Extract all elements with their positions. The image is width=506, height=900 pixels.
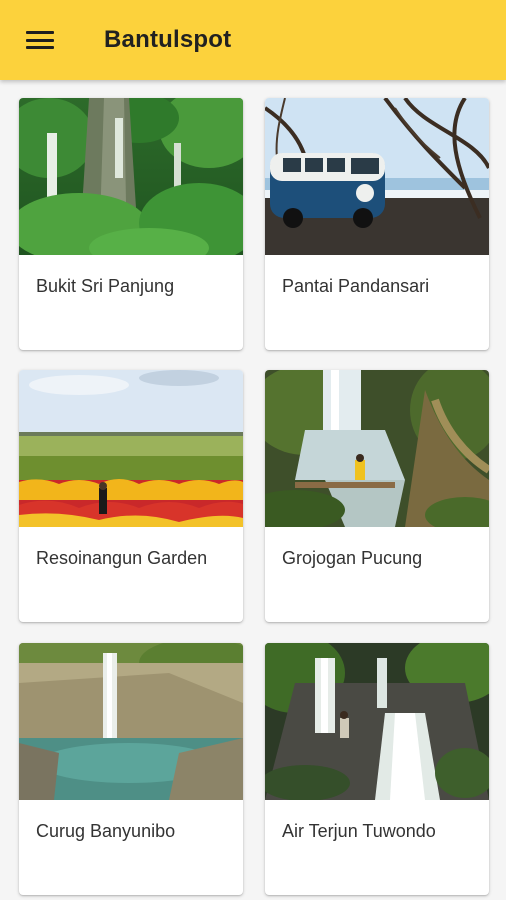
place-image	[19, 643, 243, 800]
place-image	[265, 370, 489, 527]
app-bar: Bantulspot	[0, 0, 506, 80]
place-name: Resoinangun Garden	[36, 548, 208, 568]
place-card-resoinangun-garden[interactable]: Resoinangun Garden	[19, 370, 243, 622]
place-image	[19, 370, 243, 527]
place-name: Bukit Sri Panjung	[36, 276, 175, 296]
app-title: Bantulspot	[104, 26, 232, 53]
place-card-pantai-pandansari[interactable]: Pantai Pandansari	[265, 98, 489, 350]
menu-line	[26, 31, 54, 34]
place-card-grojogan-pucung[interactable]: Grojogan Pucung	[265, 370, 489, 622]
place-image	[19, 98, 243, 255]
hamburger-menu-icon[interactable]	[26, 30, 54, 50]
menu-line	[26, 38, 54, 42]
places-grid: Bukit Sri Panjung Pantai Pandansari Reso…	[0, 80, 506, 900]
place-card-curug-banyunibo[interactable]: Curug Banyunibo	[19, 643, 243, 895]
place-card-air-terjun-tuwondo[interactable]: Air Terjun Tuwondo	[265, 643, 489, 895]
menu-line	[26, 46, 54, 49]
place-image	[265, 643, 489, 800]
place-name: Grojogan Pucung	[282, 548, 423, 568]
place-name: Pantai Pandansari	[282, 276, 430, 296]
place-image	[265, 98, 489, 255]
place-name: Curug Banyunibo	[36, 821, 176, 841]
place-card-bukit-sri-panjung[interactable]: Bukit Sri Panjung	[19, 98, 243, 350]
place-name: Air Terjun Tuwondo	[282, 821, 436, 841]
